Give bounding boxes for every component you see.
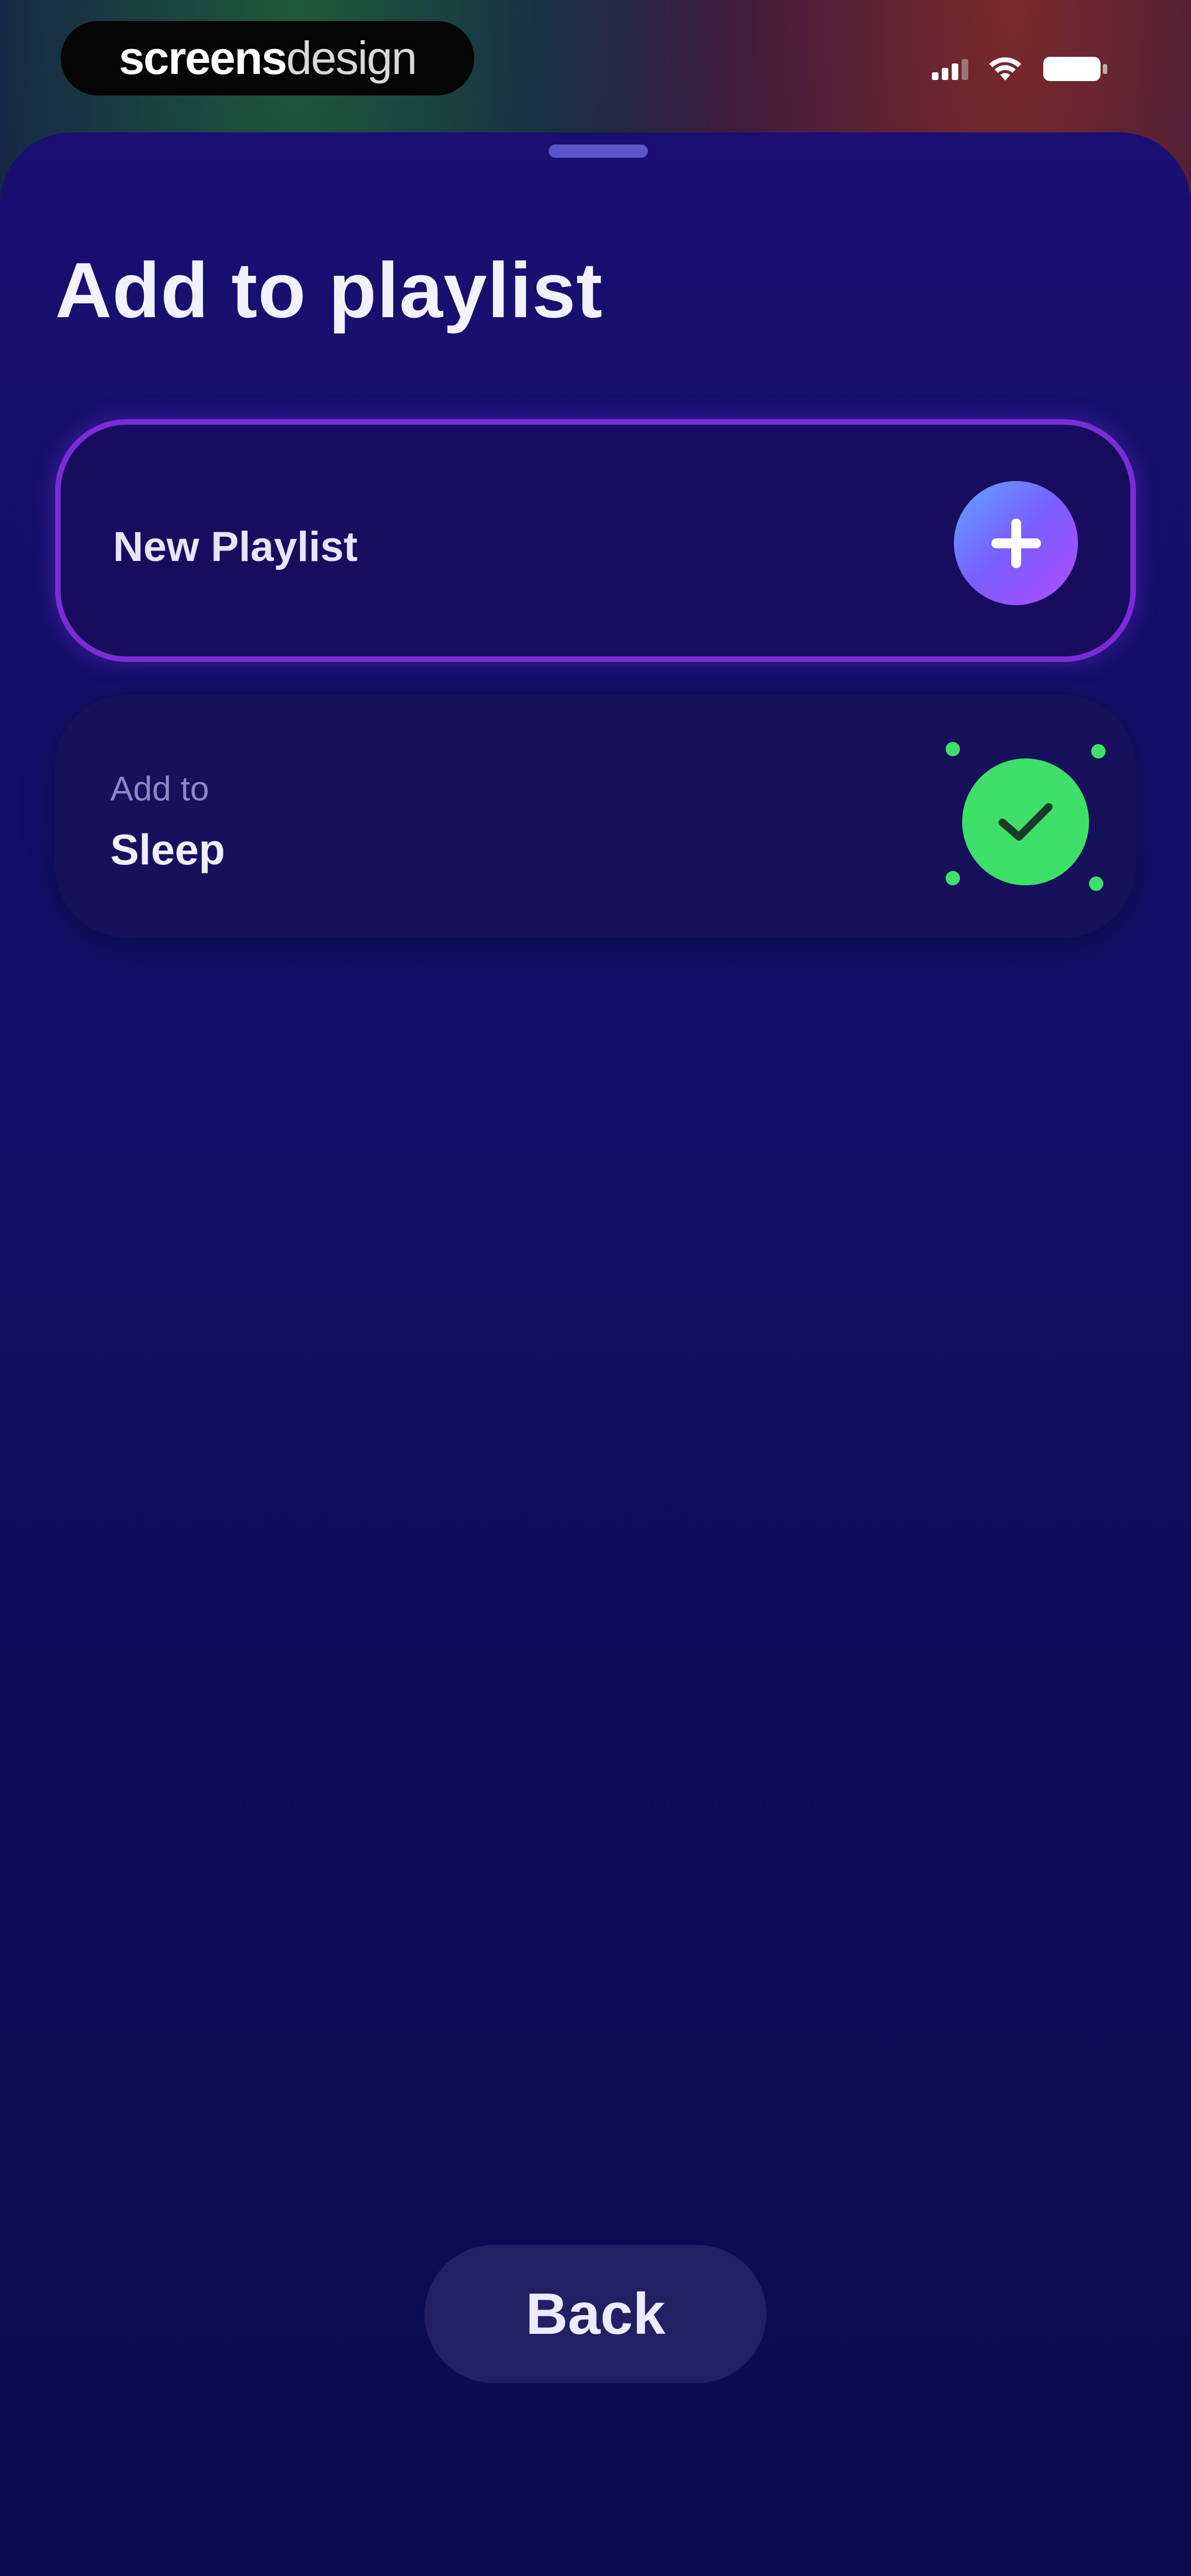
back-button[interactable]: Back bbox=[425, 2245, 766, 2383]
playlist-sheet: Add to playlist New Playlist Add to Slee… bbox=[0, 132, 1191, 2576]
status-bar: screens design bbox=[0, 0, 1191, 132]
signal-icon bbox=[932, 58, 968, 80]
add-new-playlist-button[interactable] bbox=[954, 481, 1078, 605]
battery-icon bbox=[1042, 55, 1108, 83]
sheet-grabber-handle[interactable] bbox=[549, 145, 648, 158]
sparkle-dot bbox=[1091, 744, 1106, 758]
playlist-item-caption: Add to bbox=[110, 770, 210, 808]
sparkle-dot bbox=[946, 742, 960, 756]
status-icons bbox=[932, 52, 1108, 85]
app-screen: screens design Add to playlist New Playl… bbox=[0, 0, 1191, 2576]
sheet-title: Add to playlist bbox=[55, 247, 603, 334]
new-playlist-card[interactable]: New Playlist bbox=[55, 419, 1136, 662]
new-playlist-label: New Playlist bbox=[113, 523, 358, 570]
sparkle-dot bbox=[946, 871, 960, 885]
playlist-item-sleep[interactable]: Add to Sleep bbox=[55, 695, 1136, 938]
brand-light-text: design bbox=[286, 32, 417, 84]
sparkle-dot bbox=[1089, 877, 1103, 891]
brand-watermark: screens design bbox=[61, 21, 474, 95]
wifi-icon bbox=[988, 56, 1022, 82]
brand-bold-text: screens bbox=[119, 32, 287, 84]
check-icon bbox=[962, 758, 1089, 885]
playlist-selected-toggle[interactable] bbox=[946, 742, 1106, 891]
playlist-item-name: Sleep bbox=[110, 825, 226, 874]
plus-icon bbox=[991, 518, 1041, 568]
